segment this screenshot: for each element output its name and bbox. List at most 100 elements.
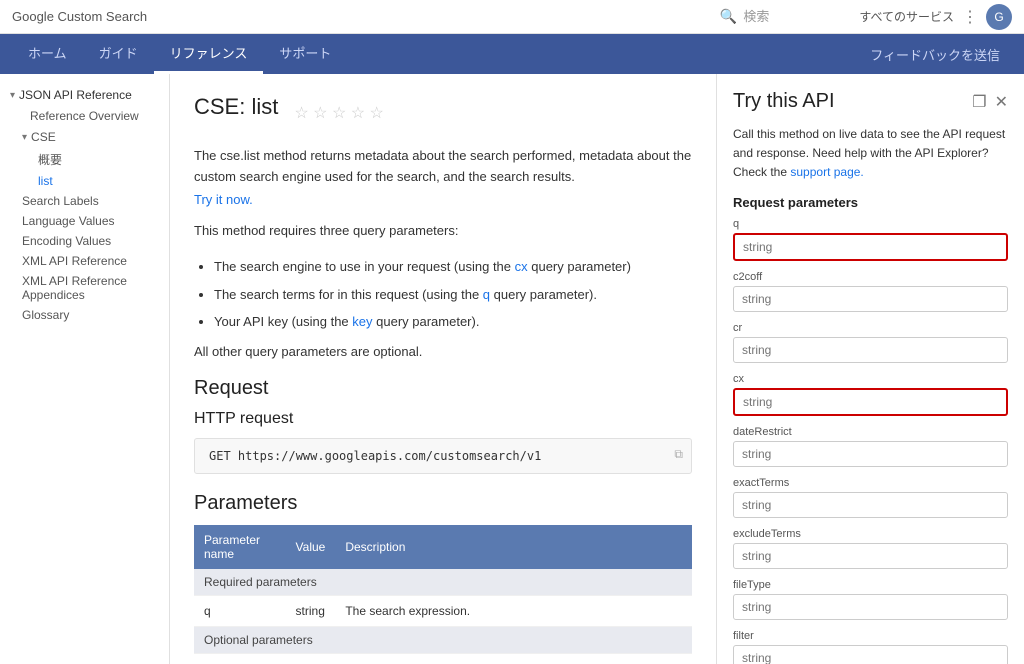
nav-bar: ホーム ガイド リファレンス サポート フィードバックを送信: [0, 34, 1024, 74]
col-name: Parameter name: [194, 525, 286, 569]
cx-link[interactable]: cx: [515, 259, 528, 274]
copy-icon[interactable]: ⧉: [674, 447, 683, 462]
param-name-q: q: [194, 595, 286, 626]
param-input-cr[interactable]: [733, 337, 1008, 363]
param-field-fileType: fileType: [733, 579, 1008, 620]
request-params-heading: Request parameters: [733, 195, 1008, 210]
table-header-row: Parameter name Value Description: [194, 525, 692, 569]
list-item: The search engine to use in your request…: [214, 255, 692, 278]
app-title: Google Custom Search: [12, 9, 720, 24]
sidebar-item-glossary[interactable]: Glossary: [0, 305, 169, 325]
param-input-exactTerms[interactable]: [733, 492, 1008, 518]
expand-icon[interactable]: ❐: [972, 92, 986, 112]
content-area: CSE: list ☆ ☆ ☆ ☆ ☆ The cse.list method …: [170, 74, 716, 664]
sidebar-item-xml-api-reference[interactable]: XML API Reference: [0, 251, 169, 271]
param-label-c2coff: c2coff: [733, 271, 1008, 283]
nav-tabs: ホーム ガイド リファレンス サポート: [12, 34, 858, 74]
section-label: Optional parameters: [194, 626, 692, 653]
search-input[interactable]: [743, 9, 843, 24]
sidebar: ▾ JSON API Reference Reference Overview …: [0, 74, 170, 664]
try-panel-icons: ❐ ✕: [972, 92, 1008, 112]
title-row: CSE: list ☆ ☆ ☆ ☆ ☆: [194, 94, 692, 132]
top-header: Google Custom Search 🔍 すべてのサービス ⋮ G: [0, 0, 1024, 34]
param-label-cx: cx: [733, 373, 1008, 385]
try-panel: Try this API ❐ ✕ Call this method on liv…: [716, 74, 1024, 664]
request-heading: Request: [194, 377, 692, 400]
param-field-q: q: [733, 218, 1008, 261]
col-value: Value: [286, 525, 336, 569]
tab-home[interactable]: ホーム: [12, 34, 83, 74]
key-link[interactable]: key: [352, 314, 372, 329]
arrow-icon: ▾: [10, 90, 15, 101]
query-intro: This method requires three query paramet…: [194, 221, 692, 242]
all-optional-text: All other query parameters are optional.: [194, 344, 692, 359]
table-section-optional: Optional parameters: [194, 626, 692, 653]
param-label-q: q: [733, 218, 1008, 230]
param-field-cr: cr: [733, 322, 1008, 363]
sidebar-item-json-api-reference[interactable]: ▾ JSON API Reference: [0, 84, 169, 106]
table-row: c2coff string Enables or disables Simpli…: [194, 653, 692, 664]
sidebar-item-label: JSON API Reference: [19, 88, 132, 102]
list-item: Your API key (using the key query parame…: [214, 310, 692, 333]
param-name-c2coff: c2coff: [194, 653, 286, 664]
description-text: The cse.list method returns metadata abo…: [194, 146, 692, 188]
feedback-button[interactable]: フィードバックを送信: [858, 45, 1012, 64]
param-input-dateRestrict[interactable]: [733, 441, 1008, 467]
col-description: Description: [335, 525, 692, 569]
section-label: Required parameters: [194, 569, 692, 596]
main-layout: ▾ JSON API Reference Reference Overview …: [0, 74, 1024, 664]
try-link[interactable]: Try it now.: [194, 192, 253, 207]
sidebar-item-cse[interactable]: ▾ CSE: [0, 126, 169, 148]
arrow-icon: ▾: [22, 132, 27, 143]
param-label-dateRestrict: dateRestrict: [733, 426, 1008, 438]
support-page-link[interactable]: support page.: [790, 165, 863, 179]
sidebar-item-encoding-values[interactable]: Encoding Values: [0, 231, 169, 251]
table-section-required: Required parameters: [194, 569, 692, 596]
sidebar-item-reference-overview[interactable]: Reference Overview: [0, 106, 169, 126]
more-options-icon[interactable]: ⋮: [962, 7, 978, 27]
param-label-filter: filter: [733, 630, 1008, 642]
tab-guide[interactable]: ガイド: [83, 34, 154, 74]
tab-reference[interactable]: リファレンス: [154, 34, 264, 74]
param-label-excludeTerms: excludeTerms: [733, 528, 1008, 540]
param-input-c2coff[interactable]: [733, 286, 1008, 312]
parameters-table: Parameter name Value Description Require…: [194, 525, 692, 664]
close-icon[interactable]: ✕: [995, 92, 1008, 112]
search-icon: 🔍: [720, 8, 737, 25]
param-desc-c2coff: Enables or disables Simplified and Tradi…: [335, 653, 692, 664]
param-value-q: string: [286, 595, 336, 626]
tab-support[interactable]: サポート: [263, 34, 347, 74]
search-bar: 🔍: [720, 8, 843, 25]
param-field-exactTerms: exactTerms: [733, 477, 1008, 518]
param-field-dateRestrict: dateRestrict: [733, 426, 1008, 467]
sidebar-item-search-labels[interactable]: Search Labels: [0, 191, 169, 211]
sidebar-item-xml-api-appendices[interactable]: XML API Reference Appendices: [0, 271, 169, 305]
all-services-label[interactable]: すべてのサービス: [859, 8, 954, 25]
param-label-cr: cr: [733, 322, 1008, 334]
http-request-heading: HTTP request: [194, 410, 692, 428]
sidebar-item-label: CSE: [31, 130, 56, 144]
param-input-fileType[interactable]: [733, 594, 1008, 620]
param-field-filter: filter: [733, 630, 1008, 664]
param-input-cx[interactable]: [733, 388, 1008, 416]
sidebar-item-gaiyou[interactable]: 概要: [0, 148, 169, 171]
sidebar-item-list[interactable]: list: [0, 171, 169, 191]
avatar[interactable]: G: [986, 4, 1012, 30]
star-rating[interactable]: ☆ ☆ ☆ ☆ ☆: [294, 103, 384, 123]
header-right: すべてのサービス ⋮ G: [859, 4, 1012, 30]
param-label-exactTerms: exactTerms: [733, 477, 1008, 489]
param-input-excludeTerms[interactable]: [733, 543, 1008, 569]
param-field-cx: cx: [733, 373, 1008, 416]
param-field-c2coff: c2coff: [733, 271, 1008, 312]
param-input-q[interactable]: [733, 233, 1008, 261]
param-label-fileType: fileType: [733, 579, 1008, 591]
q-link[interactable]: q: [483, 287, 490, 302]
try-description: Call this method on live data to see the…: [733, 125, 1008, 183]
table-row: q string The search expression.: [194, 595, 692, 626]
parameters-heading: Parameters: [194, 492, 692, 515]
param-input-filter[interactable]: [733, 645, 1008, 664]
sidebar-item-language-values[interactable]: Language Values: [0, 211, 169, 231]
param-value-c2coff: string: [286, 653, 336, 664]
param-field-excludeTerms: excludeTerms: [733, 528, 1008, 569]
list-item: The search terms for in this request (us…: [214, 283, 692, 306]
